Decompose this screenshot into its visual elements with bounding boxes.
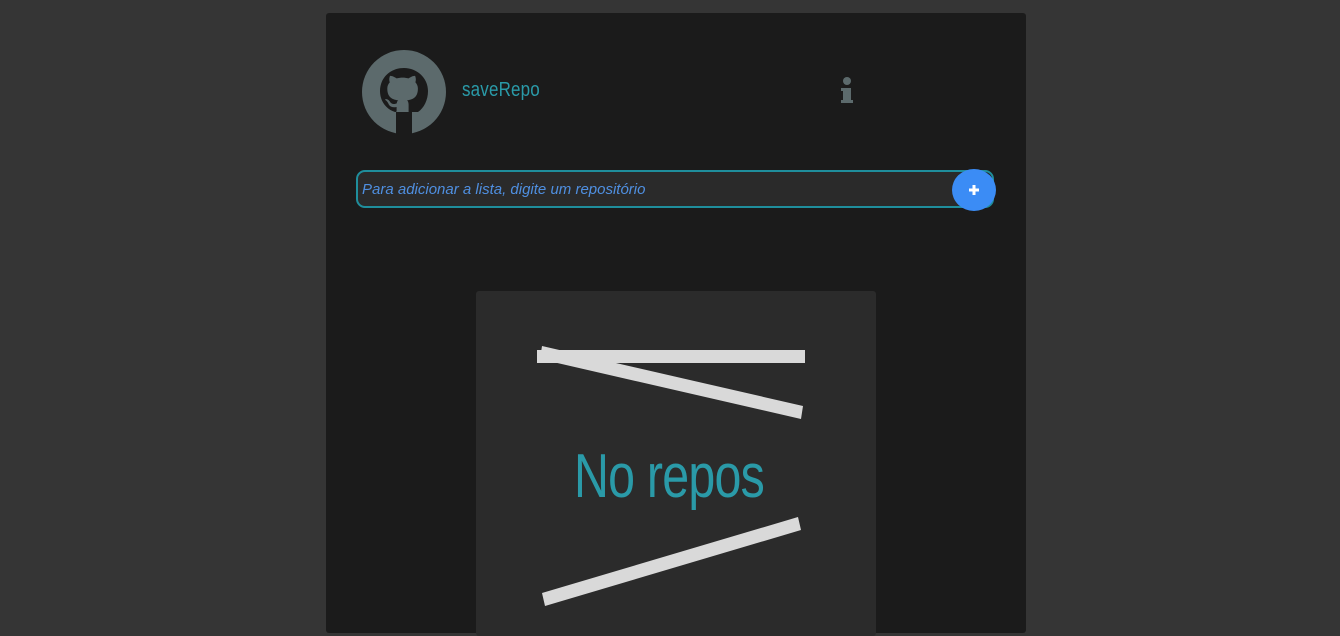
empty-state-card: No repos — [476, 291, 876, 636]
repo-search-input[interactable] — [356, 170, 994, 208]
app-title: saveRepo — [462, 79, 540, 101]
add-repo-form — [356, 169, 996, 212]
add-repo-button[interactable] — [952, 169, 996, 211]
github-logo-icon — [362, 50, 446, 134]
info-icon[interactable] — [838, 76, 856, 106]
app-panel: saveRepo No repos — [326, 13, 1026, 636]
empty-state-message: No repos — [573, 442, 765, 511]
plus-icon — [969, 185, 979, 195]
